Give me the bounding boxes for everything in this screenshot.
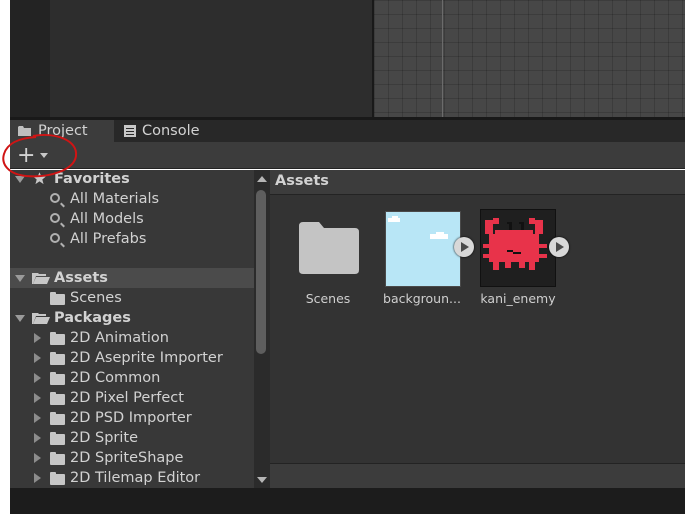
- tab-console-label: Console: [142, 123, 200, 139]
- tree-item-label: 2D PSD Importer: [70, 410, 192, 426]
- breadcrumb[interactable]: Assets: [275, 173, 329, 189]
- tab-console[interactable]: Console: [116, 120, 226, 142]
- folder-icon: [50, 472, 65, 485]
- collapse-arrow-icon[interactable]: [34, 433, 41, 443]
- scroll-down-arrow-icon[interactable]: [257, 477, 267, 483]
- assets-breadcrumb-bar: [270, 170, 685, 195]
- inspector-panel: [50, 0, 372, 117]
- folder-icon: [50, 332, 65, 345]
- asset-label-background[interactable]: backgroun...: [380, 291, 464, 306]
- folder-icon: [50, 432, 65, 445]
- scrollbar-thumb[interactable]: [256, 190, 266, 354]
- project-toolbar: [10, 142, 685, 169]
- collapse-arrow-icon[interactable]: [34, 373, 41, 383]
- tree-item-package[interactable]: 2D Animation: [10, 328, 254, 348]
- folder-open-icon: [32, 273, 50, 284]
- tree-item-label: All Models: [70, 211, 144, 227]
- assets-footer-bar: [270, 463, 685, 488]
- cloud-icon: [388, 216, 448, 239]
- play-icon[interactable]: [454, 237, 474, 257]
- search-icon: [50, 233, 60, 243]
- tree-item-label: All Prefabs: [70, 231, 147, 247]
- tree-item-scenes[interactable]: Scenes: [10, 288, 254, 308]
- tree-item-package[interactable]: 2D Sprite: [10, 428, 254, 448]
- tree-item-package[interactable]: 2D Pixel Perfect: [10, 388, 254, 408]
- tree-item-label: Scenes: [70, 290, 122, 306]
- console-icon: [124, 125, 136, 137]
- scene-view-grid[interactable]: [374, 0, 685, 117]
- collapse-arrow-icon[interactable]: [34, 393, 41, 403]
- hierarchy-panel: [10, 0, 50, 117]
- tree-item-package[interactable]: 2D Common: [10, 368, 254, 388]
- tree-item-label: 2D Animation: [70, 330, 169, 346]
- tree-item-label: All Materials: [70, 191, 160, 207]
- tree-item-package[interactable]: 2D Aseprite Importer: [10, 348, 254, 368]
- tree-item-all-materials[interactable]: All Materials: [10, 189, 254, 209]
- search-icon: [50, 193, 60, 203]
- folder-icon: [50, 412, 65, 425]
- crab-icon: [483, 218, 547, 270]
- play-icon[interactable]: [549, 237, 569, 257]
- status-bar: [10, 488, 685, 514]
- scroll-up-arrow-icon[interactable]: [257, 176, 267, 182]
- tree-item-label: 2D Common: [70, 370, 161, 386]
- tree-item-label: 2D SpriteShape: [70, 450, 184, 466]
- tab-bar: Project Console: [10, 120, 685, 142]
- collapse-arrow-icon[interactable]: [34, 473, 41, 483]
- tree-item-assets[interactable]: Assets: [10, 268, 254, 288]
- tree-item-package[interactable]: 2D Tilemap Editor: [10, 468, 254, 488]
- tree-item-package[interactable]: 2D SpriteShape: [10, 448, 254, 468]
- collapse-arrow-icon[interactable]: [34, 353, 41, 363]
- tree-item-label: 2D Pixel Perfect: [70, 390, 184, 406]
- tree-item-label: 2D Tilemap Editor: [70, 470, 201, 486]
- folder-icon[interactable]: [299, 222, 359, 274]
- tree-item-label: 2D Aseprite Importer: [70, 350, 223, 366]
- folder-icon: [50, 452, 65, 465]
- tree-item-label: Packages: [54, 310, 131, 326]
- asset-label-scenes[interactable]: Scenes: [298, 291, 358, 306]
- folder-icon: [50, 292, 65, 305]
- project-tree: Favorites All Materials All Models All P…: [10, 170, 254, 488]
- sprite-thumbnail-background[interactable]: [385, 211, 461, 287]
- collapse-arrow-icon[interactable]: [34, 453, 41, 463]
- expand-arrow-icon[interactable]: [15, 275, 25, 282]
- folder-icon: [50, 392, 65, 405]
- expand-arrow-icon[interactable]: [15, 315, 25, 322]
- folder-icon: [50, 372, 65, 385]
- tree-item-package[interactable]: 2D PSD Importer: [10, 408, 254, 428]
- tree-item-packages[interactable]: Packages: [10, 308, 254, 328]
- search-icon: [50, 213, 60, 223]
- folder-open-icon: [32, 313, 50, 324]
- folder-icon: [50, 352, 65, 365]
- collapse-arrow-icon[interactable]: [34, 333, 41, 343]
- tree-item-all-prefabs[interactable]: All Prefabs: [10, 229, 254, 249]
- sprite-thumbnail-kani-enemy[interactable]: [480, 209, 556, 287]
- tree-item-all-models[interactable]: All Models: [10, 209, 254, 229]
- annotation-circle: [2, 134, 78, 178]
- tree-item-label: Assets: [54, 270, 108, 286]
- scene-axis-line: [442, 0, 443, 117]
- asset-label-kani-enemy[interactable]: kani_enemy: [476, 291, 560, 306]
- tree-item-label: 2D Sprite: [70, 430, 139, 446]
- collapse-arrow-icon[interactable]: [34, 413, 41, 423]
